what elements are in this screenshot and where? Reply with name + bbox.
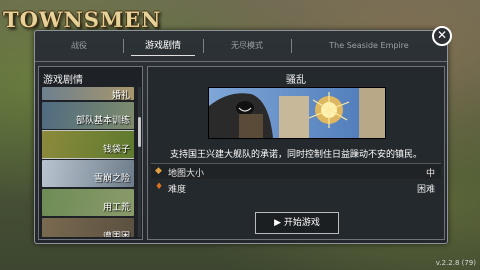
- list-item[interactable]: 钱袋子: [42, 130, 134, 159]
- start-game-label: 开始游戏: [283, 218, 320, 228]
- play-icon: ▶: [274, 218, 282, 228]
- tab-campaign[interactable]: 战役: [35, 31, 123, 61]
- list-item[interactable]: 用工荒: [42, 189, 134, 216]
- map-size-label: 地图大小: [168, 169, 205, 179]
- map-size-row: ◆ 地图大小 中: [151, 163, 441, 179]
- list-item[interactable]: 部队基本训练: [42, 102, 134, 129]
- difficulty-row: ♦ 难度 困难: [151, 180, 441, 195]
- difficulty-value: 困难: [416, 185, 435, 195]
- game-logo: TOWNSMEN: [3, 7, 162, 32]
- list-item-label: 婚礼: [111, 91, 130, 101]
- tab-seaside-empire[interactable]: The Seaside Empire: [291, 31, 447, 61]
- list-item-label: 雪崩之险: [93, 174, 130, 184]
- list-item-label: 钱袋子: [102, 145, 130, 155]
- scenario-list[interactable]: 婚礼 部队基本训练 钱袋子 雪崩之险 用工荒 遭围困: [42, 87, 134, 237]
- map-size-icon: ◆: [155, 166, 162, 176]
- scenario-description: 支持国王兴建大舰队的承诺，同时控制住日益躁动不安的镇民。: [169, 150, 422, 160]
- list-item-label: 部队基本训练: [75, 116, 130, 126]
- map-size-value: 中: [425, 169, 435, 179]
- list-panel-title: 游戏剧情: [43, 75, 83, 86]
- tab-endless-mode[interactable]: 无尽模式: [203, 31, 291, 61]
- scrollbar-thumb[interactable]: [138, 117, 141, 147]
- scenario-list-panel: 游戏剧情 婚礼 部队基本训练 钱袋子 雪崩之险 用工荒 遭围困: [38, 66, 143, 240]
- scenario-title: 骚乱: [286, 75, 306, 86]
- torch-icon: ♦: [155, 182, 164, 192]
- list-item[interactable]: 雪崩之险: [42, 160, 134, 187]
- close-icon: ✕: [436, 28, 448, 42]
- start-game-button[interactable]: ▶ 开始游戏: [255, 212, 339, 234]
- close-button[interactable]: ✕: [432, 26, 452, 46]
- scenario-detail-panel: 骚乱 支持国王兴建大舰队的承诺，同时控制住日益躁动不安的镇民。 ◆ 地图大小 中…: [147, 66, 445, 240]
- scenario-dialog: 战役 游戏剧情 无尽模式 The Seaside Empire 游戏剧情 婚礼 …: [34, 30, 448, 244]
- list-item[interactable]: 遭围困: [42, 218, 134, 237]
- tab-bar: 战役 游戏剧情 无尽模式 The Seaside Empire: [35, 31, 447, 62]
- list-item-label: 遭围困: [102, 232, 130, 237]
- scrollbar-track[interactable]: [138, 87, 141, 237]
- list-item[interactable]: 婚礼: [42, 87, 134, 101]
- version-label: v.2.2.8 (79): [435, 259, 476, 267]
- list-item-label: 用工荒: [102, 203, 130, 213]
- difficulty-label: 难度: [168, 185, 187, 195]
- scenario-image: [208, 87, 386, 139]
- scenario-illustration: [209, 88, 385, 138]
- tab-scenarios[interactable]: 游戏剧情: [123, 31, 203, 61]
